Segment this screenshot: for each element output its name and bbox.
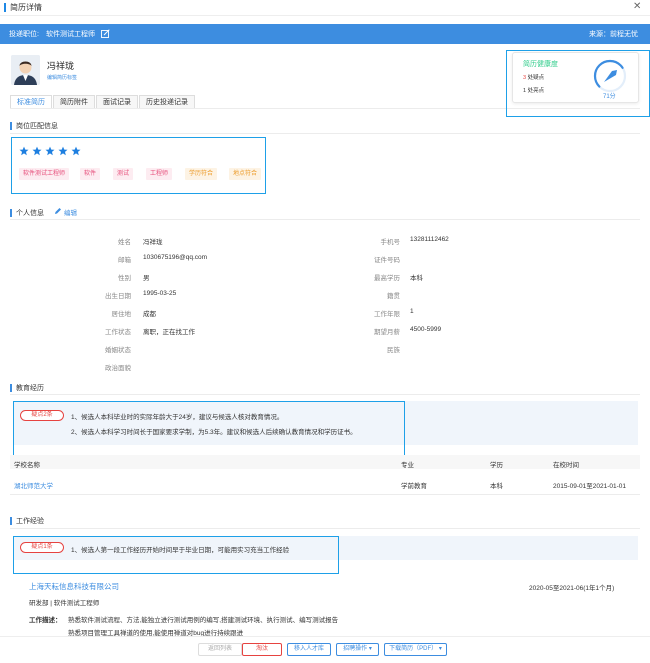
close-icon[interactable]: ✕	[633, 1, 641, 12]
tab-interview-records[interactable]: 面试记录	[96, 95, 138, 109]
field-label: 出生日期	[105, 293, 131, 300]
match-tag: 软件测试工程师	[19, 168, 70, 180]
company-name-link[interactable]: 上海天耘信息科技有限公司	[29, 581, 119, 592]
field-label: 政治面貌	[105, 365, 131, 372]
back-to-list-button[interactable]: 返回列表	[198, 643, 242, 656]
school-name-link[interactable]: 湖北师范大学	[14, 480, 53, 490]
edit-icon[interactable]	[101, 29, 110, 38]
field-value: 本科	[410, 275, 423, 282]
work-warning-1: 1、候选人第一段工作经历开始时间早于毕业日期，可能用实习充当工作经验	[71, 547, 290, 554]
field-label: 居住地	[111, 311, 132, 318]
star-icon	[58, 146, 68, 156]
window-titlebar: 简历详情 ✕	[0, 0, 650, 16]
download-resume-dropdown[interactable]: 下载简历（PDF） ▾	[384, 643, 447, 656]
work-department: 研发部 | 软件测试工程师	[29, 600, 100, 607]
personal-info-grid: 姓名 冯祥珑邮箱 1030675196@qq.com 性别 男出生日期 1995-03-2…	[0, 236, 650, 376]
field-value: 4500-5999	[410, 326, 442, 333]
field-label: 婚姻状态	[105, 347, 131, 354]
match-tags: 软件测试工程师 软件 测试 工程师 学历符合 地点符合	[19, 168, 262, 180]
caret-down-icon: ▾	[368, 646, 372, 652]
candidate-name: 冯祥珑	[47, 61, 75, 71]
reject-button[interactable]: 淘汰	[242, 643, 282, 656]
position-label: 投递职位:	[9, 31, 39, 38]
field-value: 1030675196@qq.com	[143, 254, 208, 261]
source-label: 来源：前程无忧	[589, 31, 638, 38]
match-tag: 测试	[113, 168, 134, 180]
pencil-icon[interactable]	[54, 207, 62, 215]
title-accent-bar	[4, 3, 6, 12]
window-title: 简历详情	[10, 3, 42, 12]
work-desc-line-1: 熟悉软件测试流程、方法,能独立进行测试用例的编写,搭建测试环境、执行测试、编写测…	[68, 617, 339, 624]
match-divider	[10, 133, 640, 134]
download-label: 下载简历（PDF）	[389, 646, 438, 652]
personal-divider	[10, 219, 640, 220]
tab-resume-attachment[interactable]: 简历附件	[53, 95, 95, 109]
education-degree: 本科	[490, 483, 503, 490]
col-school: 学校名称	[14, 462, 40, 469]
education-warning-2: 2、候选人本科学习时间长于国家要求学制，为5.3年。建议和候选人后续确认教育情况…	[71, 429, 357, 436]
caret-down-icon: ▾	[438, 646, 442, 652]
work-desc-label: 工作描述：	[29, 617, 62, 624]
col-degree: 学历	[490, 462, 503, 469]
field-value: 1	[410, 308, 414, 315]
field-label: 邮箱	[118, 257, 131, 264]
match-tag: 地点符合	[229, 168, 262, 180]
match-tag: 工程师	[146, 168, 173, 180]
tab-application-history[interactable]: 历史投递记录	[139, 95, 195, 109]
field-value: 男	[143, 275, 150, 282]
hire-actions-dropdown[interactable]: 招聘操作 ▾	[336, 643, 379, 656]
col-major: 专业	[401, 462, 414, 469]
education-major: 学前教育	[401, 483, 427, 490]
move-to-talent-pool-button[interactable]: 移入人才库	[287, 643, 331, 656]
field-label: 性别	[118, 275, 131, 282]
avatar	[11, 55, 40, 85]
work-divider	[10, 528, 640, 529]
edit-tags-link[interactable]: 编辑简历标签	[47, 74, 77, 81]
col-period: 在校时间	[553, 462, 579, 469]
field-label: 证件号码	[374, 257, 400, 264]
field-label: 手机号	[380, 239, 401, 246]
field-label: 姓名	[118, 239, 131, 246]
education-table-header	[10, 455, 640, 469]
hire-actions-label: 招聘操作	[343, 646, 368, 652]
field-value: 冯祥珑	[143, 239, 163, 246]
star-icon	[32, 146, 42, 156]
field-value: 离职，正在找工作	[143, 329, 195, 336]
health-highlight-box	[506, 50, 650, 117]
education-warning-1: 1、候选人本科毕业时的实际年龄大于24岁，建议与候选人核对教育情况。	[71, 414, 284, 421]
education-divider	[10, 394, 640, 395]
star-icon	[45, 146, 55, 156]
education-period: 2015-09-01至2021-01-01	[553, 483, 626, 490]
field-label: 民族	[387, 347, 400, 354]
work-period: 2020-05至2021-06(1年1个月)	[529, 585, 615, 592]
match-stars	[19, 146, 89, 158]
field-value: 成都	[143, 311, 156, 318]
field-label: 籍贯	[387, 293, 400, 300]
edit-personal-link[interactable]: 编辑	[64, 207, 77, 217]
position-header: 投递职位: 软件测试工程师 来源：前程无忧	[0, 24, 650, 44]
field-value: 13281112462	[410, 236, 449, 243]
education-row-divider	[10, 494, 640, 495]
education-doubt-badge[interactable]: 疑点2条	[20, 410, 64, 421]
position-value: 软件测试工程师	[46, 31, 95, 38]
match-tag: 软件	[80, 168, 101, 180]
star-icon	[71, 146, 81, 156]
work-doubt-badge[interactable]: 疑点1条	[20, 542, 64, 553]
match-tag: 学历符合	[185, 168, 218, 180]
field-value: 1995-03-25	[143, 290, 177, 297]
field-label: 工作状态	[105, 329, 131, 336]
field-label: 工作年限	[374, 311, 400, 318]
tab-standard-resume[interactable]: 标准简历	[10, 95, 52, 109]
field-label: 期望月薪	[374, 329, 400, 336]
work-highlight-box	[13, 536, 339, 574]
field-label: 最高学历	[374, 275, 400, 282]
star-icon	[19, 146, 29, 156]
